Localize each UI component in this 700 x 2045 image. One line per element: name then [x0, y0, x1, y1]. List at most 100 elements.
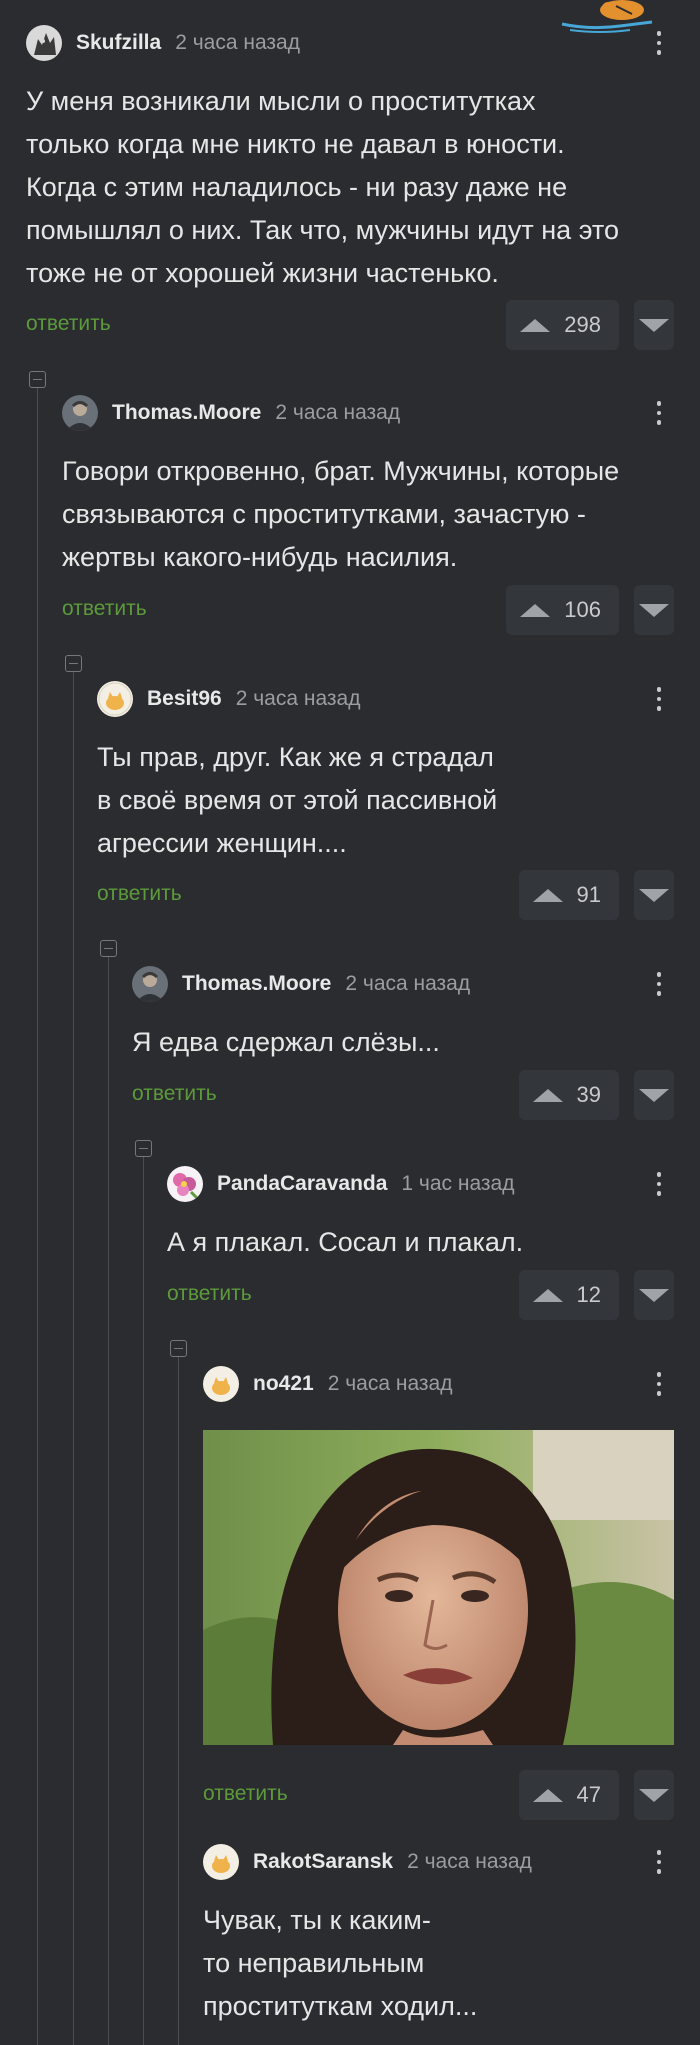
reply-link[interactable]: ответить [167, 1282, 252, 1306]
comment: PandaCaravanda 1 час назад А я плакал. С… [167, 1165, 674, 1264]
more-options-icon[interactable] [644, 969, 674, 999]
downvote-button[interactable] [634, 870, 674, 920]
arrow-down-icon [639, 1088, 669, 1102]
arrow-up-icon [532, 1088, 563, 1102]
collapse-thread-button[interactable] [65, 655, 82, 672]
comment-header: Skufzilla 2 часа назад [26, 24, 674, 62]
comment-actions: ответить 106 [62, 585, 674, 635]
rating-score: 47 [576, 1782, 601, 1807]
portrait-avatar-icon[interactable] [132, 966, 168, 1002]
comment-text-line: связываются с проститутками, зачастую - [62, 499, 586, 529]
downvote-button[interactable] [634, 300, 674, 350]
downvote-button[interactable] [634, 1770, 674, 1820]
thread-line [37, 388, 38, 2045]
reply-link[interactable]: ответить [62, 597, 147, 621]
collapse-thread-button[interactable] [170, 1340, 187, 1357]
flower-avatar-icon[interactable] [167, 1166, 203, 1202]
upvote-button[interactable]: 298 [506, 300, 619, 350]
reply-link[interactable]: ответить [203, 1782, 288, 1806]
arrow-up-icon [532, 888, 563, 902]
more-options-icon[interactable] [644, 1169, 674, 1199]
more-options-icon[interactable] [644, 398, 674, 428]
reply-link[interactable]: ответить [26, 312, 111, 336]
arrow-up-icon [520, 318, 551, 332]
arrow-down-icon [639, 888, 669, 902]
cat-avatar-icon[interactable] [203, 1844, 239, 1880]
comment-text-line: тоже не от хорошей жизни частенько. [26, 258, 499, 288]
arrow-up-icon [520, 603, 551, 617]
comment-text-line: Когда с этим наладилось - ни разу даже н… [26, 172, 568, 202]
arrow-up-icon [532, 1288, 563, 1302]
rating-score: 106 [564, 597, 601, 622]
more-options-icon[interactable] [644, 1847, 674, 1877]
cat-avatar-icon[interactable] [203, 1366, 239, 1402]
comment: RakotSaransk 2 часа назад Чувак, ты к ка… [203, 1843, 674, 2028]
comment-text: У меня возникали мысли о проститутках то… [26, 80, 674, 295]
comment-username[interactable]: no421 [253, 1372, 314, 1396]
thread-line [108, 957, 109, 2045]
comment-username[interactable]: Skufzilla [76, 31, 161, 55]
downvote-button[interactable] [634, 1070, 674, 1120]
rating-score: 91 [576, 882, 601, 907]
comment-text-line: агрессии женщин.... [97, 828, 347, 858]
comment-header: no421 2 часа назад [203, 1365, 674, 1403]
comment-time: 2 часа назад [407, 1850, 532, 1873]
comment-actions: ответить 39 [132, 1070, 674, 1120]
comment: Besit96 2 часа назад Ты прав, друг. Как … [97, 680, 674, 865]
comment-time: 2 часа назад [275, 401, 401, 424]
downvote-button[interactable] [634, 1270, 674, 1320]
comment-username[interactable]: RakotSaransk [253, 1850, 393, 1874]
comment-actions: ответить 298 [26, 300, 674, 350]
comment: Thomas.Moore 2 часа назад Я едва сдержал… [132, 965, 674, 1064]
comment-text: Ты прав, друг. Как же я страдал в своё в… [97, 736, 674, 865]
upvote-button[interactable]: 39 [518, 1070, 619, 1120]
arrow-down-icon [639, 1788, 669, 1802]
comment: no421 2 часа назад [203, 1365, 674, 1403]
comment-time: 2 часа назад [345, 972, 471, 995]
comment-text-line: жертвы какого-нибудь насилия. [62, 542, 458, 572]
rating-score: 12 [576, 1282, 601, 1307]
more-options-icon[interactable] [644, 684, 674, 714]
cat-avatar-icon[interactable] [97, 681, 133, 717]
comment-actions: ответить 47 [203, 1770, 674, 1820]
more-options-icon[interactable] [644, 1369, 674, 1399]
monster-avatar-icon[interactable] [26, 25, 62, 61]
comment-text-line: то неправильным [203, 1948, 425, 1978]
comment-actions: ответить 12 [167, 1270, 674, 1320]
comment-time: 2 часа назад [175, 31, 300, 54]
comment-text-line: Говори откровенно, брат. Мужчины, которы… [62, 456, 620, 486]
comment-username[interactable]: Thomas.Moore [182, 972, 331, 996]
comment: Thomas.Moore 2 часа назад Говори открове… [62, 394, 674, 579]
upvote-button[interactable]: 91 [518, 870, 619, 920]
comment-username[interactable]: PandaCaravanda [217, 1172, 387, 1196]
comment-username[interactable]: Thomas.Moore [112, 401, 261, 425]
collapse-thread-button[interactable] [100, 940, 117, 957]
upvote-button[interactable]: 47 [518, 1770, 619, 1820]
comment-actions: ответить 91 [97, 870, 674, 920]
upvote-button[interactable]: 12 [518, 1270, 619, 1320]
comment-header: RakotSaransk 2 часа назад [203, 1843, 674, 1881]
comment: Skufzilla 2 часа назад У меня возникали … [26, 24, 674, 295]
comment-text: Чувак, ты к каким- то неправильным прост… [203, 1899, 674, 2028]
portrait-avatar-icon[interactable] [62, 395, 98, 431]
more-options-icon[interactable] [644, 28, 674, 58]
woman-grimace-photo[interactable] [203, 1430, 674, 1745]
collapse-thread-button[interactable] [135, 1140, 152, 1157]
rating-score: 298 [564, 312, 601, 337]
downvote-button[interactable] [634, 585, 674, 635]
reply-link[interactable]: ответить [132, 1082, 217, 1106]
comment-username[interactable]: Besit96 [147, 687, 222, 711]
reply-link[interactable]: ответить [97, 882, 182, 906]
collapse-thread-button[interactable] [29, 371, 46, 388]
thread-line [178, 1357, 179, 2045]
arrow-up-icon [532, 1788, 563, 1802]
comment-header: Thomas.Moore 2 часа назад [62, 394, 674, 432]
comment-time: 2 часа назад [235, 687, 361, 710]
comment-header: PandaCaravanda 1 час назад [167, 1165, 674, 1203]
comment-text-line: помышлял о них. Так что, мужчины идут на… [26, 215, 619, 245]
comment-text-line: в своё время от этой пассивной [97, 785, 498, 815]
arrow-down-icon [639, 1288, 669, 1302]
comment-text-line: Чувак, ты к каким- [203, 1905, 431, 1935]
comment-text: Говори откровенно, брат. Мужчины, которы… [62, 450, 674, 579]
upvote-button[interactable]: 106 [506, 585, 619, 635]
